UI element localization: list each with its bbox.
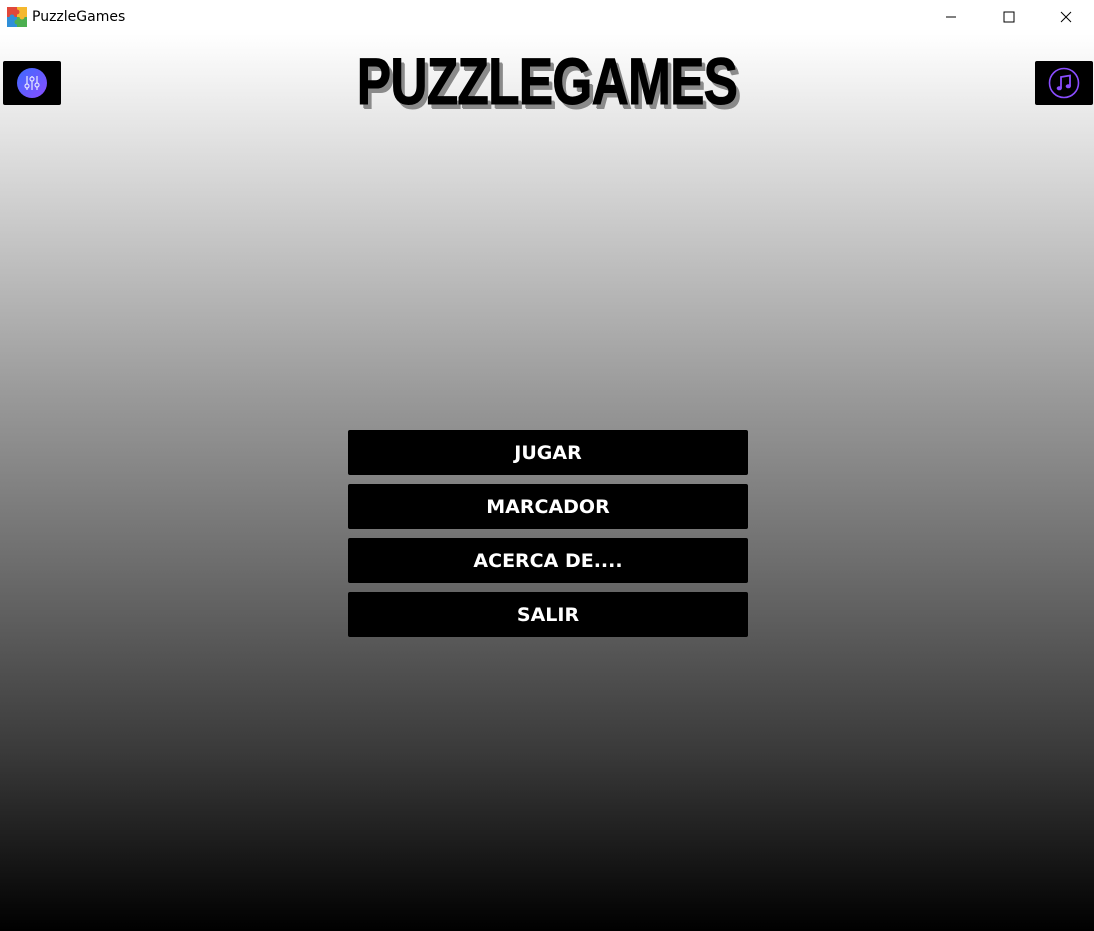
main-content: PUZZLEGAMES JUGAR MARCADOR ACERCA DE....… (0, 34, 1094, 931)
maximize-icon (1003, 11, 1015, 23)
scoreboard-button[interactable]: MARCADOR (348, 484, 748, 529)
puzzle-app-icon (7, 7, 27, 27)
sliders-icon (17, 68, 47, 98)
minimize-button[interactable] (922, 0, 980, 34)
close-icon (1060, 11, 1072, 23)
title-bar: PuzzleGames (0, 0, 1094, 34)
minimize-icon (946, 16, 956, 18)
logo-title: PUZZLEGAMES (356, 44, 738, 118)
settings-button[interactable] (3, 61, 61, 105)
music-button[interactable] (1035, 61, 1093, 105)
window-title: PuzzleGames (32, 9, 126, 25)
about-button[interactable]: ACERCA DE.... (348, 538, 748, 583)
music-note-icon (1048, 67, 1080, 99)
exit-button[interactable]: SALIR (348, 592, 748, 637)
close-button[interactable] (1038, 0, 1094, 34)
play-button[interactable]: JUGAR (348, 430, 748, 475)
main-menu: JUGAR MARCADOR ACERCA DE.... SALIR (348, 430, 748, 646)
maximize-button[interactable] (980, 0, 1038, 34)
app-window: PuzzleGames PUZZLEGAMES JUGAR MARCADOR A… (0, 0, 1094, 931)
